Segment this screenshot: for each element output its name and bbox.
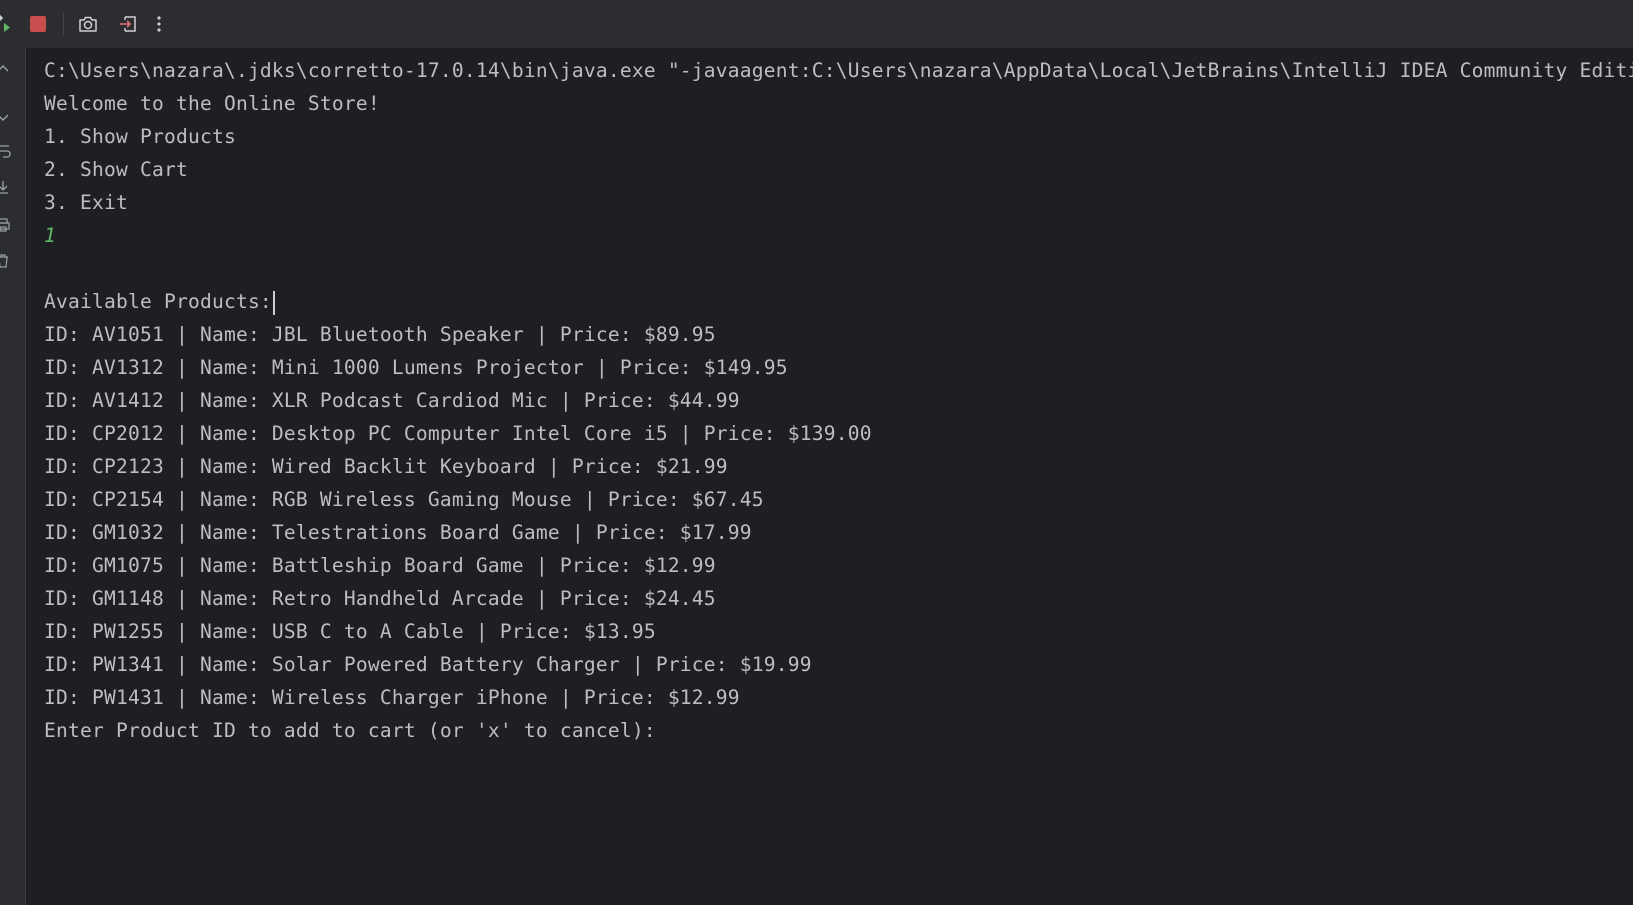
exit-icon[interactable] [113, 9, 143, 39]
product-row: ID: AV1312 | Name: Mini 1000 Lumens Proj… [44, 356, 788, 379]
camera-icon[interactable] [73, 9, 103, 39]
product-row: ID: GM1075 | Name: Battleship Board Game… [44, 554, 716, 577]
soft-wrap-icon[interactable] [0, 142, 12, 160]
rerun-icon[interactable] [0, 9, 16, 39]
console-output[interactable]: C:\Users\nazara\.jdks\corretto-17.0.14\b… [27, 48, 1633, 905]
console-line-menu-3: 3. Exit [44, 191, 128, 214]
scroll-to-end-icon[interactable] [0, 178, 12, 196]
product-row: ID: GM1148 | Name: Retro Handheld Arcade… [44, 587, 716, 610]
product-row: ID: CP2154 | Name: RGB Wireless Gaming M… [44, 488, 764, 511]
chevron-down-icon[interactable] [0, 108, 12, 126]
product-row: ID: PW1341 | Name: Solar Powered Battery… [44, 653, 812, 676]
console-line-menu-2: 2. Show Cart [44, 158, 188, 181]
more-vertical-icon[interactable] [144, 9, 174, 39]
console-line-prompt: Enter Product ID to add to cart (or 'x' … [44, 719, 656, 742]
product-row: ID: CP2123 | Name: Wired Backlit Keyboar… [44, 455, 728, 478]
product-row: ID: AV1051 | Name: JBL Bluetooth Speaker… [44, 323, 716, 346]
trash-icon[interactable] [0, 252, 12, 270]
console-line-menu-1: 1. Show Products [44, 125, 236, 148]
product-row: ID: PW1255 | Name: USB C to A Cable | Pr… [44, 620, 656, 643]
console-line-available-products: Available Products: [44, 285, 1633, 318]
console-line-user-input: 1 [44, 224, 56, 247]
console-line-welcome: Welcome to the Online Store! [44, 92, 380, 115]
console-side-toolbar [0, 48, 26, 905]
product-row: ID: AV1412 | Name: XLR Podcast Cardiod M… [44, 389, 740, 412]
text-caret [272, 290, 275, 315]
console-line-command: C:\Users\nazara\.jdks\corretto-17.0.14\b… [44, 59, 1633, 82]
available-products-label: Available Products: [44, 290, 272, 313]
console-line-blank [44, 252, 1633, 285]
stop-icon[interactable] [23, 9, 53, 39]
chevron-up-icon[interactable] [0, 60, 12, 78]
print-icon[interactable] [0, 216, 12, 234]
product-row: ID: GM1032 | Name: Telestrations Board G… [44, 521, 752, 544]
product-row: ID: PW1431 | Name: Wireless Charger iPho… [44, 686, 740, 709]
run-toolbar [0, 0, 1633, 48]
console-lines: C:\Users\nazara\.jdks\corretto-17.0.14\b… [44, 54, 1633, 747]
toolbar-separator [63, 12, 64, 36]
product-row: ID: CP2012 | Name: Desktop PC Computer I… [44, 422, 872, 445]
